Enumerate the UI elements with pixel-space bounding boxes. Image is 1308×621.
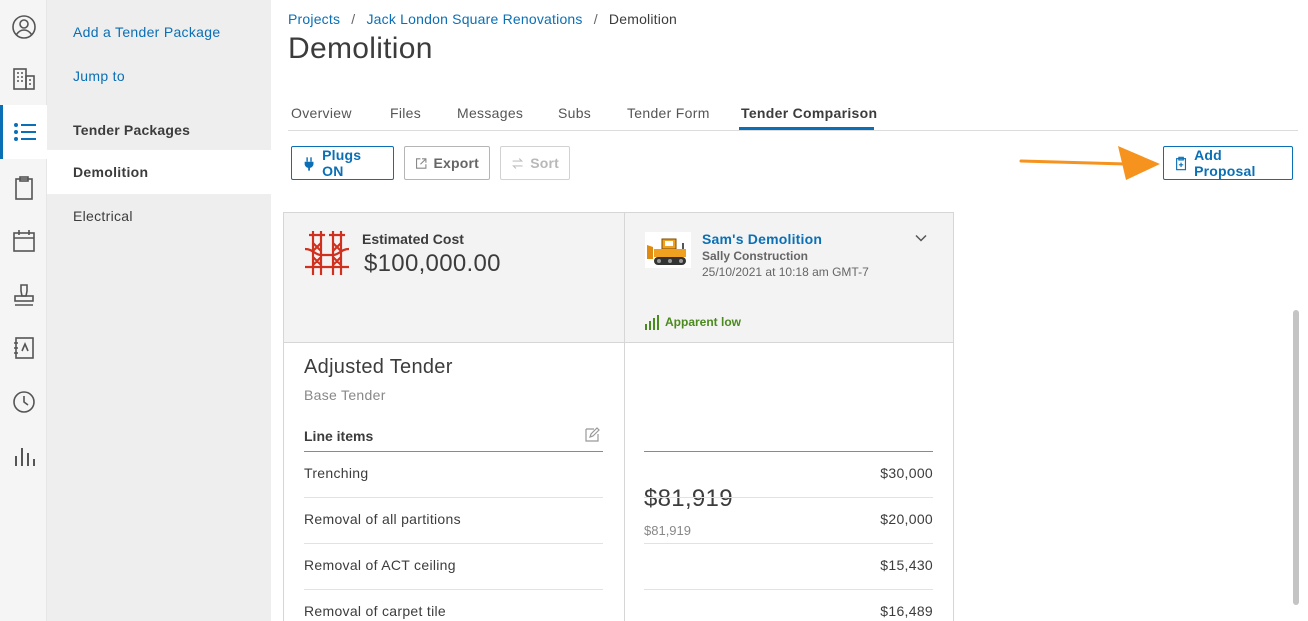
- row-divider: [304, 589, 603, 590]
- rail-reports[interactable]: [0, 429, 47, 483]
- line-item-value: $30,000: [880, 465, 933, 481]
- line-item-value: $16,489: [880, 603, 933, 619]
- tab-tender-comparison[interactable]: Tender Comparison: [741, 105, 877, 121]
- annotation-arrow-icon: [1019, 146, 1160, 180]
- sort-button[interactable]: Sort: [500, 146, 570, 180]
- estimated-cost-label: Estimated Cost: [362, 231, 464, 247]
- breadcrumb-separator: /: [593, 11, 598, 27]
- add-tender-package-link[interactable]: Add a Tender Package: [73, 24, 220, 40]
- tab-messages[interactable]: Messages: [457, 105, 523, 121]
- apparent-low-badge: Apparent low: [644, 314, 741, 330]
- line-item-name: Removal of ACT ceiling: [304, 557, 456, 573]
- bidder-name-link[interactable]: Sam's Demolition: [702, 231, 822, 247]
- sidebar-item-electrical[interactable]: Electrical: [47, 194, 271, 238]
- line-item-name: Trenching: [304, 465, 369, 481]
- rail-history[interactable]: [0, 375, 47, 429]
- external-link-icon: [416, 157, 427, 169]
- calendar-icon: [12, 230, 35, 252]
- stamp-icon: [13, 284, 34, 306]
- profile-icon: [11, 15, 36, 39]
- chevron-down-icon[interactable]: [914, 231, 928, 245]
- plugs-label: Plugs ON: [322, 147, 362, 179]
- line-items-rule: [304, 451, 603, 452]
- sidebar-section-title: Tender Packages: [73, 122, 191, 138]
- signal-bars-icon: [645, 315, 659, 330]
- row-divider: [644, 543, 933, 544]
- notebook-icon: [13, 337, 34, 359]
- active-tab-indicator: [739, 127, 874, 130]
- row-divider: [644, 589, 933, 590]
- bid-total: $81,919: [644, 485, 733, 512]
- breadcrumb-projects[interactable]: Projects: [288, 11, 340, 27]
- building-icon: [12, 68, 35, 90]
- rail-profile[interactable]: [0, 0, 47, 54]
- breadcrumb-separator: /: [351, 11, 356, 27]
- bid-timestamp: 25/10/2021 at 10:18 am GMT-7: [702, 265, 869, 279]
- tab-bar: Overview Files Messages Subs Tender Form…: [288, 96, 1298, 131]
- adjusted-tender-title: Adjusted Tender: [304, 356, 453, 378]
- rail-tender-packages[interactable]: [0, 105, 47, 159]
- tab-files[interactable]: Files: [390, 105, 421, 121]
- row-divider: [644, 497, 933, 498]
- breadcrumb-current: Demolition: [608, 11, 678, 27]
- line-item-value: $15,430: [880, 557, 933, 573]
- add-proposal-label: Add Proposal: [1194, 147, 1256, 179]
- line-item-value: $20,000: [880, 511, 933, 527]
- bid-header: Sam's Demolition Sally Construction 25/1…: [624, 213, 953, 343]
- line-item-name: Removal of carpet tile: [304, 603, 446, 619]
- rail-clipboard[interactable]: [0, 161, 47, 215]
- row-divider: [304, 497, 603, 498]
- sort-arrows-icon: [512, 157, 524, 169]
- export-button[interactable]: Export: [404, 146, 490, 180]
- jump-to-link[interactable]: Jump to: [73, 68, 125, 84]
- export-label: Export: [433, 155, 479, 171]
- edit-icon[interactable]: [584, 427, 600, 443]
- icon-rail: [0, 0, 47, 621]
- apparent-low-label: Apparent low: [665, 315, 742, 329]
- estimate-header: Estimated Cost $100,000.00: [284, 213, 624, 343]
- clipboard-icon: [14, 176, 33, 200]
- sidebar-item-demolition[interactable]: Demolition: [47, 150, 271, 194]
- tab-tender-form[interactable]: Tender Form: [627, 105, 710, 121]
- bulldozer-icon: [645, 232, 691, 268]
- breadcrumb-project[interactable]: Jack London Square Renovations: [366, 11, 582, 27]
- plugs-toggle-button[interactable]: Plugs ON: [291, 146, 394, 180]
- bidder-company: Sally Construction: [702, 249, 809, 263]
- line-item-name: Removal of all partitions: [304, 511, 461, 527]
- sort-label: Sort: [530, 155, 559, 171]
- tab-overview[interactable]: Overview: [291, 105, 352, 121]
- bid-column-body: $81,919 $81,919 $30,000 $20,000 $15,430 …: [624, 343, 953, 621]
- clock-icon: [12, 391, 35, 413]
- estimated-cost-value: $100,000.00: [364, 250, 501, 277]
- tender-comparison-table: Estimated Cost $100,000.00 Sam's Demolit…: [283, 212, 954, 621]
- clipboard-add-icon: [1176, 156, 1187, 170]
- tender-sidebar: Add a Tender Package Jump to Tender Pack…: [47, 0, 271, 621]
- page-scrollbar[interactable]: [1293, 310, 1299, 605]
- row-divider: [304, 543, 603, 544]
- bridge-icon: [304, 231, 350, 275]
- plug-icon: [304, 156, 314, 171]
- bar-chart-icon: [14, 448, 35, 466]
- add-proposal-button[interactable]: Add Proposal: [1163, 146, 1293, 180]
- base-tender-label: Base Tender: [304, 387, 386, 403]
- rail-stamp[interactable]: [0, 268, 47, 322]
- line-items-rule: [644, 451, 933, 452]
- breadcrumb: Projects / Jack London Square Renovation…: [288, 11, 677, 27]
- rail-notebook[interactable]: [0, 321, 47, 375]
- line-items-header: Line items: [304, 428, 374, 444]
- tab-subs[interactable]: Subs: [558, 105, 591, 121]
- page-title: Demolition: [288, 32, 433, 65]
- bid-base-total: $81,919: [644, 523, 691, 538]
- list-icon: [14, 123, 36, 141]
- rail-company[interactable]: [0, 52, 47, 106]
- rail-calendar[interactable]: [0, 214, 47, 268]
